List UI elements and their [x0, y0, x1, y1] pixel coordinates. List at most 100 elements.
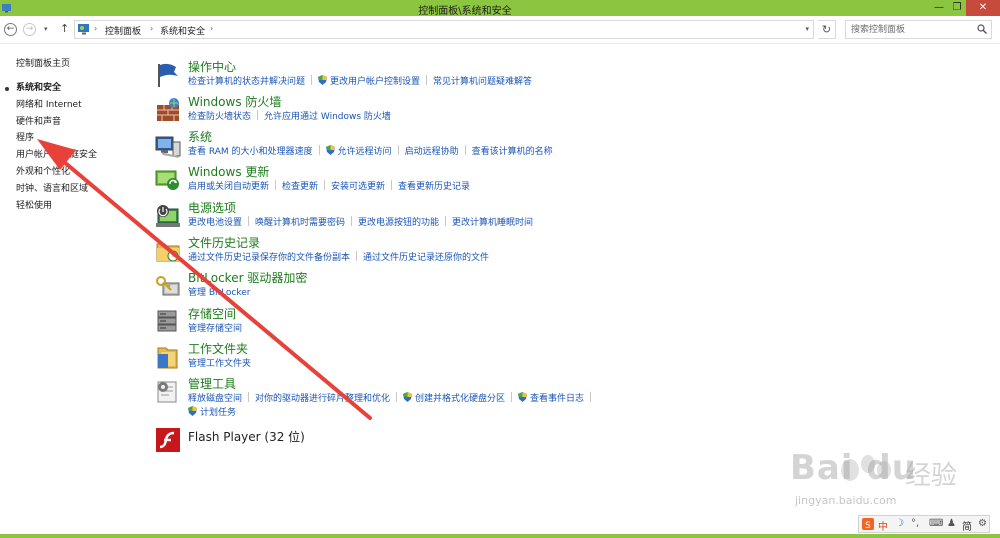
category-title[interactable]: Windows 防火墙	[188, 93, 281, 110]
search-input[interactable]	[846, 21, 974, 38]
address-dropdown[interactable]: ▾	[805, 25, 809, 33]
category-title[interactable]: Windows 更新	[188, 163, 269, 180]
ime-simplified-mode[interactable]: 简	[962, 518, 972, 533]
link-separator	[275, 180, 277, 190]
sidebar-item-programs[interactable]: 程序	[16, 130, 34, 143]
link-separator	[248, 392, 250, 402]
link-separator	[318, 145, 320, 155]
link-partition[interactable]: 创建并格式化硬盘分区	[415, 391, 505, 404]
link-separator	[445, 216, 447, 226]
ime-toolbar: S 中 ☽ °, ⌨ ♟ 简 ⚙	[858, 515, 990, 533]
uac-shield-icon	[518, 392, 528, 402]
link-sleep-time[interactable]: 更改计算机睡眠时间	[452, 215, 533, 228]
breadcrumb-control-panel[interactable]: 控制面板	[105, 24, 141, 37]
link-manage-storage[interactable]: 管理存储空间	[188, 321, 242, 334]
refresh-button[interactable]: ↻	[818, 20, 836, 39]
sidebar-item-user-accounts[interactable]: 用户帐户和家庭安全	[16, 147, 97, 160]
sidebar-item-system-security[interactable]: 系统和安全	[16, 80, 61, 93]
window-title: 控制面板\系统和安全	[418, 6, 512, 17]
watermark-cn: 经验	[905, 461, 958, 491]
watermark-url: jingyan.baidu.com	[795, 494, 897, 507]
category-title[interactable]: 工作文件夹	[188, 340, 248, 357]
link-separator	[324, 180, 326, 190]
title-bar: 控制面板\系统和安全 — ❐ ✕	[0, 0, 1000, 17]
maximize-button[interactable]: ❐	[948, 0, 966, 16]
recent-locations-dropdown[interactable]: ▾	[44, 25, 48, 33]
breadcrumb-system-security[interactable]: 系统和安全	[160, 24, 205, 37]
search-icon[interactable]	[977, 24, 987, 34]
link-check-status[interactable]: 检查计算机的状态并解决问题	[188, 74, 305, 87]
up-button[interactable]: ↑	[60, 22, 69, 35]
category-title[interactable]: 操作中心	[188, 58, 236, 75]
link-allow-app[interactable]: 允许应用通过 Windows 防火墙	[264, 109, 391, 122]
link-separator	[590, 392, 592, 402]
search-box[interactable]	[845, 20, 992, 39]
minimize-button[interactable]: —	[930, 0, 948, 16]
link-power-button[interactable]: 更改电源按钮的功能	[358, 215, 439, 228]
link-defragment[interactable]: 对你的驱动器进行碎片整理和优化	[255, 391, 390, 404]
link-separator	[311, 75, 313, 85]
sogou-s-icon[interactable]: S	[862, 518, 874, 530]
flash-player-icon	[156, 428, 180, 452]
link-separator	[391, 180, 393, 190]
sidebar-item-clock-region[interactable]: 时钟、语言和区域	[16, 181, 88, 194]
sidebar-item-appearance[interactable]: 外观和个性化	[16, 164, 70, 177]
category-title[interactable]: Flash Player (32 位)	[188, 428, 305, 445]
link-remote-access[interactable]: 允许远程访问	[338, 144, 392, 157]
link-restore-files[interactable]: 通过文件历史记录还原你的文件	[363, 250, 489, 263]
admin-tools-icon	[157, 381, 177, 403]
link-manage-bitlocker[interactable]: 管理 BitLocker	[188, 285, 251, 298]
link-troubleshoot[interactable]: 常见计算机问题疑难解答	[433, 74, 532, 87]
forward-button[interactable]: →	[23, 23, 36, 36]
uac-shield-icon	[318, 75, 328, 85]
uac-shield-icon	[188, 406, 197, 416]
window-bottom-border	[0, 534, 1000, 538]
link-uac-settings[interactable]: 更改用户帐户控制设置	[330, 74, 420, 87]
link-remote-assistance[interactable]: 启动远程协助	[405, 144, 459, 157]
power-options-icon	[156, 205, 180, 227]
link-update-history[interactable]: 查看更新历史记录	[398, 179, 470, 192]
link-computer-name[interactable]: 查看该计算机的名称	[472, 144, 553, 157]
sidebar-item-ease-of-access[interactable]: 轻松使用	[16, 198, 52, 211]
windows-update-icon	[155, 170, 179, 190]
link-separator	[356, 251, 358, 261]
breadcrumb-separator[interactable]: ›	[150, 24, 153, 33]
link-check-updates[interactable]: 检查更新	[282, 179, 318, 192]
sidebar-item-hardware-sound[interactable]: 硬件和声音	[16, 114, 61, 127]
link-separator	[351, 216, 353, 226]
link-wake-password[interactable]: 唤醒计算机时需要密码	[255, 215, 345, 228]
close-button[interactable]: ✕	[966, 0, 1000, 16]
sidebar-home-link[interactable]: 控制面板主页	[16, 56, 70, 69]
ime-chinese-mode[interactable]: 中	[878, 518, 888, 533]
breadcrumb-separator[interactable]: ›	[210, 24, 213, 33]
category-title[interactable]: 电源选项	[188, 199, 236, 216]
link-separator	[396, 392, 398, 402]
link-firewall-status[interactable]: 检查防火墙状态	[188, 109, 251, 122]
link-backup-files[interactable]: 通过文件历史记录保存你的文件备份副本	[188, 250, 350, 263]
category-title[interactable]: 管理工具	[188, 375, 236, 392]
system-computer-icon	[155, 136, 181, 158]
link-manage-work-folders[interactable]: 管理工作文件夹	[188, 356, 251, 369]
ime-skin-icon[interactable]: ♟	[947, 518, 956, 529]
link-optional-updates[interactable]: 安装可选更新	[331, 179, 385, 192]
ime-settings-icon[interactable]: ⚙	[978, 518, 987, 529]
category-title[interactable]: 文件历史记录	[188, 234, 260, 251]
ime-punctuation-icon[interactable]: °,	[911, 518, 919, 529]
link-task-scheduler[interactable]: 计划任务	[200, 405, 236, 418]
link-battery-settings[interactable]: 更改电池设置	[188, 215, 242, 228]
navigation-bar: ← → ▾ ↑ › 控制面板 › 系统和安全 › ▾ ↻	[0, 16, 1000, 44]
category-title[interactable]: 存储空间	[188, 305, 236, 322]
back-button[interactable]: ←	[4, 23, 17, 36]
action-center-flag-icon	[158, 63, 178, 87]
category-title[interactable]: BitLocker 驱动器加密	[188, 269, 307, 286]
link-view-ram[interactable]: 查看 RAM 的大小和处理器速度	[188, 144, 313, 157]
breadcrumb-separator[interactable]: ›	[94, 24, 97, 33]
link-event-log[interactable]: 查看事件日志	[530, 391, 584, 404]
ime-moon-icon[interactable]: ☽	[895, 518, 904, 529]
link-auto-update[interactable]: 启用或关闭自动更新	[188, 179, 269, 192]
sidebar-item-network[interactable]: 网络和 Internet	[16, 97, 82, 110]
keyboard-icon[interactable]: ⌨	[929, 518, 943, 529]
link-disk-cleanup[interactable]: 释放磁盘空间	[188, 391, 242, 404]
address-bar[interactable]: › 控制面板 › 系统和安全 › ▾	[74, 20, 814, 39]
category-title[interactable]: 系统	[188, 128, 212, 145]
